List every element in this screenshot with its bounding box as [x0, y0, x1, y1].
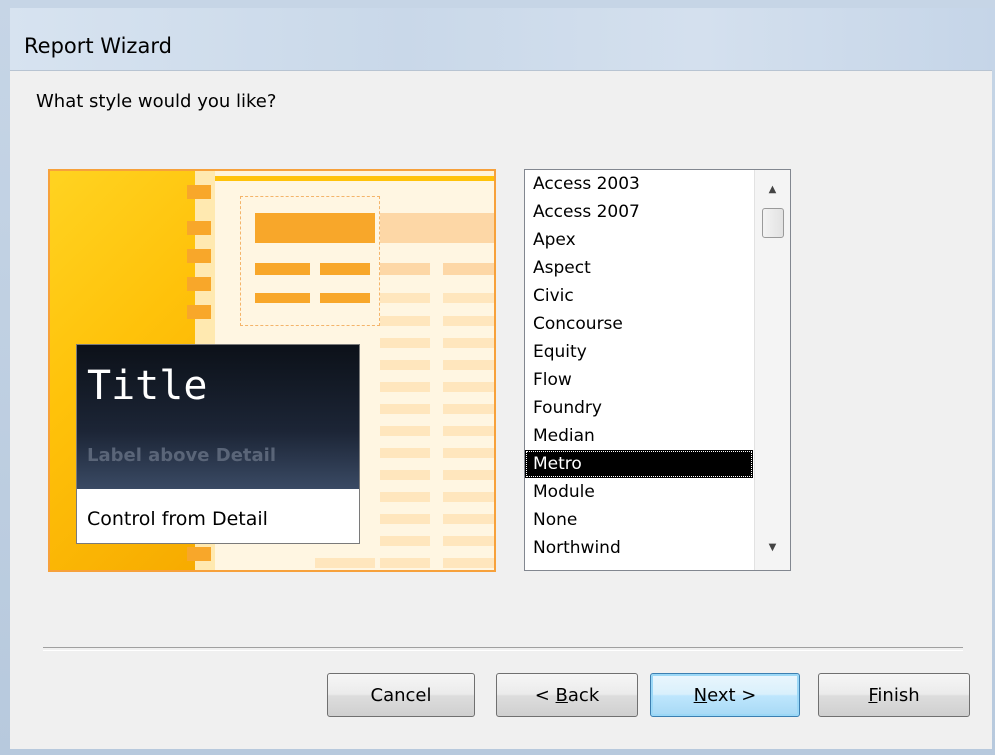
style-prompt: What style would you like? [36, 91, 277, 112]
preview-field [443, 536, 494, 546]
preview-field [380, 382, 430, 392]
style-preview: Title Label above Detail Control from De… [48, 169, 496, 572]
next-button[interactable]: Next > [650, 673, 800, 717]
next-button-label: Next > [693, 684, 757, 706]
preview-field [443, 338, 494, 348]
preview-notch [187, 221, 211, 235]
preview-page-top [215, 176, 494, 181]
style-list-item[interactable]: Equity [525, 338, 753, 366]
window-title: Report Wizard [24, 34, 172, 58]
preview-field [380, 448, 430, 458]
preview-field [380, 293, 430, 303]
preview-field [443, 293, 494, 303]
preview-label [255, 263, 310, 275]
preview-notch [187, 277, 211, 291]
preview-label [380, 263, 430, 275]
style-listbox[interactable]: Access 2003 Access 2007 Apex Aspect Civic Con… [524, 169, 791, 571]
preview-field [443, 404, 494, 414]
preview-notch [187, 305, 211, 319]
preview-field [443, 426, 494, 436]
style-list: Access 2003 Access 2007 Apex Aspect Civic Con… [525, 170, 753, 562]
preview-sample-card: Title Label above Detail Control from De… [76, 344, 360, 544]
style-list-item[interactable]: Metro [525, 450, 753, 478]
scrollbar-thumb[interactable] [762, 208, 784, 238]
scroll-down-arrow-icon[interactable]: ▼ [755, 536, 790, 560]
preview-field [255, 293, 310, 303]
preview-field [380, 558, 430, 568]
preview-field [380, 492, 430, 502]
scroll-up-arrow-icon[interactable]: ▲ [755, 178, 790, 202]
preview-title-sample: Title [87, 363, 208, 409]
preview-field [443, 448, 494, 458]
preview-header-bar [255, 213, 375, 243]
style-list-item[interactable]: Access 2007 [525, 198, 753, 226]
style-list-item[interactable]: Flow [525, 366, 753, 394]
preview-field [380, 404, 430, 414]
preview-notch [187, 185, 211, 199]
cancel-button-label: Cancel [370, 684, 432, 706]
style-list-item[interactable]: Median [525, 422, 753, 450]
preview-field [380, 470, 430, 480]
preview-field [380, 360, 430, 370]
style-list-item[interactable]: Northwind [525, 534, 753, 562]
preview-notch [187, 249, 211, 263]
style-list-item[interactable]: Foundry [525, 394, 753, 422]
style-list-item[interactable]: Concourse [525, 310, 753, 338]
preview-field [443, 492, 494, 502]
wizard-body: What style would you like? Title Label a… [10, 70, 992, 749]
style-list-item[interactable]: None [525, 506, 753, 534]
back-button[interactable]: < Back [496, 673, 638, 717]
style-list-item[interactable]: Apex [525, 226, 753, 254]
finish-button-label: Finish [868, 684, 920, 706]
preview-label-sample: Label above Detail [87, 445, 276, 466]
preview-field [320, 293, 370, 303]
preview-field [443, 382, 494, 392]
preview-field [443, 316, 494, 326]
style-list-item[interactable]: Access 2003 [525, 170, 753, 198]
preview-field [443, 558, 494, 568]
preview-field [443, 514, 494, 524]
title-bar[interactable]: Report Wizard [10, 8, 995, 70]
preview-field [380, 536, 430, 546]
button-separator [43, 647, 963, 651]
preview-label [320, 263, 370, 275]
preview-field [443, 360, 494, 370]
preview-field [380, 316, 430, 326]
preview-header-bar [380, 213, 494, 243]
preview-notch [187, 547, 211, 561]
preview-title-area: Title Label above Detail [77, 345, 359, 489]
style-list-item[interactable]: Civic [525, 282, 753, 310]
preview-field [443, 470, 494, 480]
preview-field [315, 558, 375, 568]
report-wizard-window: Report Wizard What style would you like? [0, 0, 995, 755]
preview-field [380, 338, 430, 348]
style-list-item[interactable]: Module [525, 478, 753, 506]
listbox-scrollbar[interactable]: ▲ ▼ [754, 170, 790, 570]
back-button-label: < Back [534, 684, 600, 706]
preview-field [380, 426, 430, 436]
preview-field [380, 514, 430, 524]
style-list-item[interactable]: Aspect [525, 254, 753, 282]
finish-button[interactable]: Finish [818, 673, 970, 717]
preview-label [443, 263, 494, 275]
preview-control-sample: Control from Detail [87, 508, 268, 530]
cancel-button[interactable]: Cancel [327, 673, 475, 717]
